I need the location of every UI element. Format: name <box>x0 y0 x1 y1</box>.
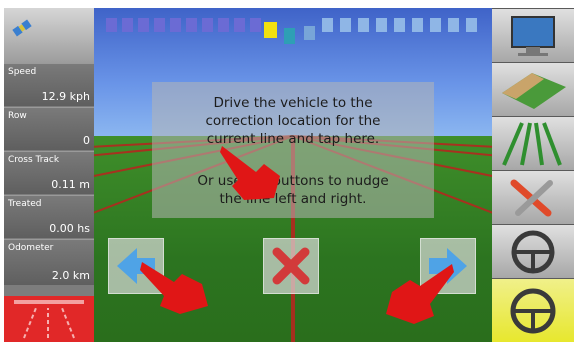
auto-steer-button[interactable] <box>492 278 574 342</box>
field-map-icon <box>502 73 566 109</box>
lightbar-segment <box>234 18 245 32</box>
screen-settings-button[interactable] <box>492 8 574 62</box>
lightbar-segment <box>340 18 351 32</box>
lane-guidance-icon <box>14 300 84 339</box>
lightbar-segment <box>106 18 117 32</box>
lightbar-segment <box>376 18 387 32</box>
steering-wheel-icon <box>511 230 555 274</box>
lightbar-segment <box>122 18 133 32</box>
lightbar-segment <box>412 18 423 32</box>
lightbar-segment <box>186 18 197 32</box>
message-line-1: Drive the vehicle to the <box>213 95 373 111</box>
satellite-button[interactable] <box>4 8 94 63</box>
lightbar-segment <box>304 26 315 40</box>
pointing-hand-icon <box>386 264 454 324</box>
steering-wheel-active-icon <box>510 288 556 334</box>
lightbar-segment <box>448 18 459 32</box>
message-line-5: the line left and right. <box>219 191 367 207</box>
odometer-value: 2.0 km <box>51 269 90 282</box>
treated-readout: Treated 0.00 hs <box>4 195 94 238</box>
field-map-button[interactable] <box>492 62 574 116</box>
satellite-icon <box>12 19 32 37</box>
odometer-readout: Odometer 2.0 km <box>4 239 94 285</box>
lightbar-segment <box>138 18 149 32</box>
lightbar-segment <box>154 18 165 32</box>
message-line-4: Or use the buttons to nudge <box>197 173 389 189</box>
message-line-3: current line and tap here. <box>206 131 380 147</box>
row-label: Row <box>8 111 27 121</box>
correction-message-panel[interactable]: Drive the vehicle to the correction loca… <box>152 82 434 218</box>
pointing-hand-icon <box>220 146 280 200</box>
message-line-2: correction location for the <box>205 113 381 129</box>
cross-track-readout: Cross Track 0.11 m <box>4 151 94 194</box>
lightbar-segment <box>218 18 229 32</box>
tools-icon <box>510 179 553 217</box>
guidance-lines-icon <box>502 122 562 166</box>
cross-track-label: Cross Track <box>8 155 60 165</box>
screen-touch-icon <box>511 16 555 56</box>
lightbar-segment <box>394 18 405 32</box>
lightbar-active-segment <box>264 22 277 38</box>
pointing-hand-icon <box>140 262 208 314</box>
speed-value: 12.9 kph <box>41 90 90 103</box>
odometer-label: Odometer <box>8 243 54 253</box>
speed-readout: Speed 12.9 kph <box>4 63 94 106</box>
treated-label: Treated <box>8 199 42 209</box>
lightbar-segment <box>170 18 181 32</box>
cross-track-value: 0.11 m <box>51 178 90 191</box>
lightbar-segment <box>358 18 369 32</box>
lightbar-segment <box>322 18 333 32</box>
lightbar-segment <box>466 18 477 32</box>
row-value: 0 <box>83 134 90 147</box>
steering-wheel-button[interactable] <box>492 224 574 278</box>
lightbar-segment <box>430 18 441 32</box>
lightbar-center-segment <box>284 28 295 44</box>
speed-label: Speed <box>8 67 37 77</box>
lightbar-segment <box>202 18 213 32</box>
tools-button[interactable] <box>492 170 574 224</box>
row-readout: Row 0 <box>4 107 94 150</box>
guidance-lines-button[interactable] <box>492 116 574 170</box>
right-toolbar <box>492 8 574 342</box>
cancel-button[interactable] <box>263 238 319 294</box>
left-panel: Speed 12.9 kph Row 0 Cross Track 0.11 m … <box>4 8 94 342</box>
lane-guidance-button[interactable] <box>4 296 94 342</box>
close-icon <box>272 247 310 285</box>
guidance-screen: Speed 12.9 kph Row 0 Cross Track 0.11 m … <box>0 0 574 342</box>
lightbar-segment <box>250 18 261 32</box>
treated-value: 0.00 hs <box>49 222 90 235</box>
